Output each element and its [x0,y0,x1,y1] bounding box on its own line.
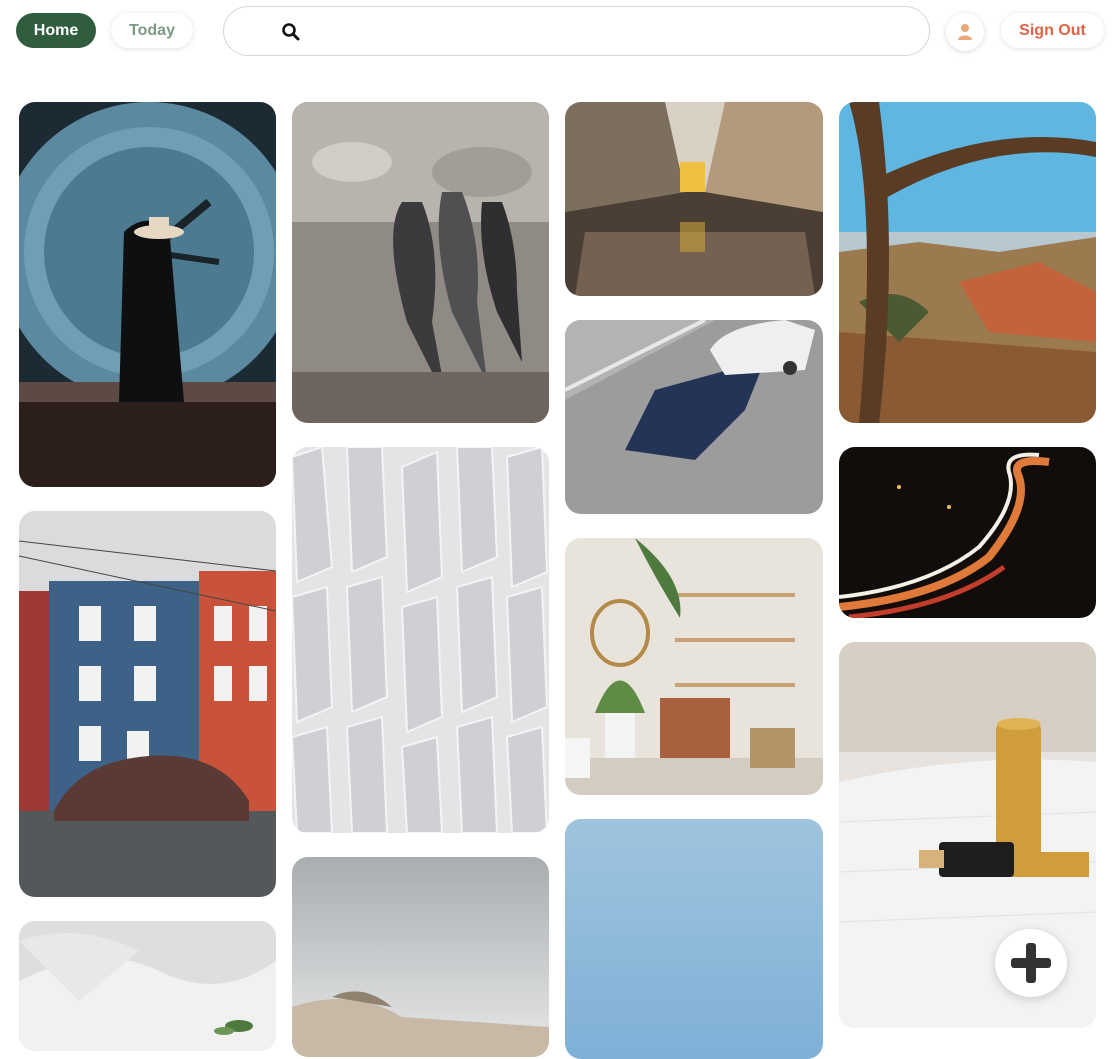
pin-blue-sky[interactable] [565,819,823,1059]
pin-colorful-houses[interactable] [19,511,276,897]
today-button[interactable]: Today [111,13,193,48]
pin-white-fabric[interactable] [19,921,276,1051]
pin-car-shadow[interactable] [565,320,823,514]
sign-out-button[interactable]: Sign Out [1001,13,1104,48]
search-input[interactable] [314,15,918,49]
pin-cormorants[interactable] [292,102,549,423]
pin-street-tram[interactable] [565,102,823,296]
add-pin-button[interactable] [995,929,1067,997]
pin-white-facade[interactable] [292,447,549,833]
pin-foggy-beach[interactable] [292,857,549,1057]
pin-desert-canyon[interactable] [839,102,1096,423]
pin-shelf-interior[interactable] [565,538,823,795]
home-button[interactable]: Home [16,13,96,48]
avatar[interactable] [946,13,984,51]
user-icon [958,24,972,40]
pin-highway-night[interactable] [839,447,1096,618]
search-icon [282,23,300,41]
search-bar[interactable] [223,6,930,56]
plus-icon [1011,943,1051,983]
pin-clock-man[interactable] [19,102,276,487]
top-bar: Home Today Sign Out [0,0,1115,62]
